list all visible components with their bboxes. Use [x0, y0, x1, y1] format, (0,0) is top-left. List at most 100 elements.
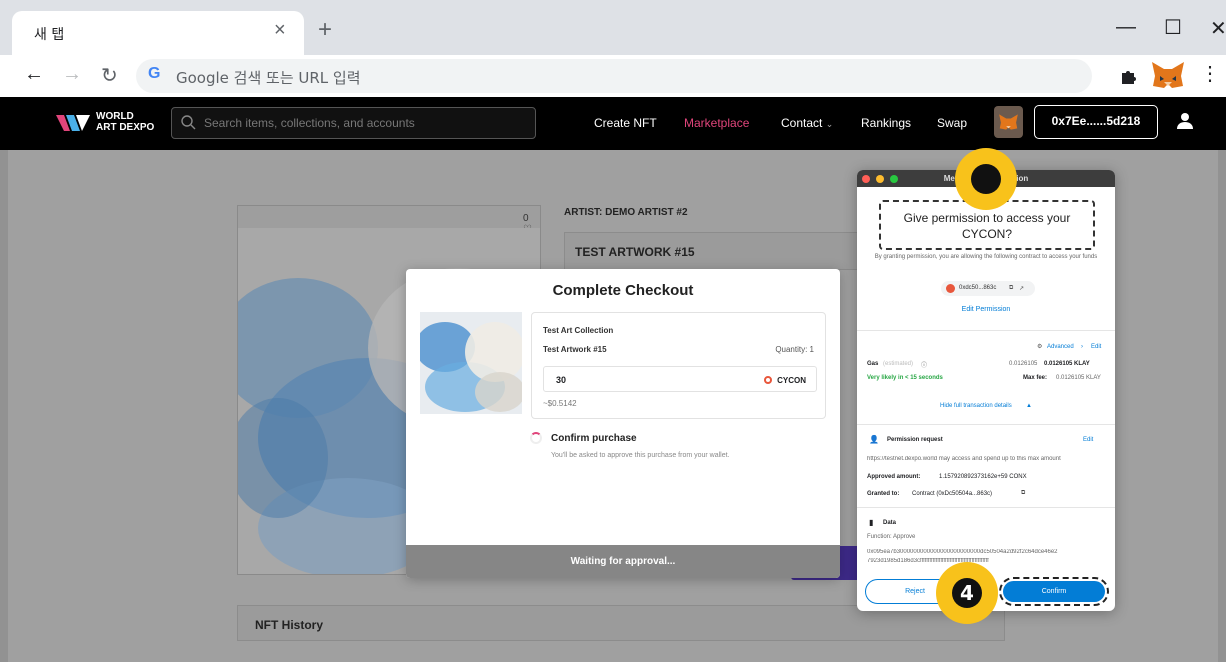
nav-contact-label: Contact [781, 116, 823, 130]
close-window-icon[interactable]: ✕ [1210, 16, 1226, 41]
wallet-address-button[interactable]: 0x7Ee......5d218 [1034, 105, 1158, 139]
gas-label: Gas [867, 361, 879, 367]
confirm-purchase-title: Confirm purchase [551, 433, 637, 444]
artwork-title-box: TEST ARTWORK #15 [564, 232, 894, 270]
permission-question-line-1: Give permission to access your [903, 211, 1071, 225]
hex-data-line-1: 0x095ea7b3000000000000000000000000dc5050… [867, 549, 1058, 555]
granted-to-label: Granted to: [867, 491, 900, 497]
maximize-icon[interactable]: ☐ [1164, 15, 1182, 40]
function-name: Function: Approve [867, 534, 916, 540]
kebab-menu-icon[interactable]: ⋮ [1200, 61, 1220, 86]
chevron-up-icon: ▲ [1026, 403, 1032, 409]
tab-title: 새 탭 [34, 27, 65, 43]
checkout-artwork-thumbnail [420, 312, 522, 414]
chevron-right-icon: › [1081, 344, 1083, 350]
checkout-title: Complete Checkout [552, 282, 694, 299]
new-tab-icon[interactable]: + [318, 18, 332, 42]
price-currency: CYCON [777, 376, 806, 385]
divider [857, 424, 1115, 425]
nft-history-title: NFT History [255, 618, 324, 632]
nav-create-nft[interactable]: Create NFT [594, 116, 657, 130]
collection-name: Test Art Collection [543, 326, 614, 335]
divider [857, 507, 1115, 508]
logo-line-1: WORLD [96, 111, 134, 122]
contract-address-chip[interactable]: 0xdc50...863c ⧉ ↗ [941, 281, 1035, 296]
hide-details-link[interactable]: Hide full transaction details [940, 403, 1012, 409]
external-link-icon[interactable]: ↗ [1019, 285, 1024, 292]
reload-icon[interactable]: ↻ [101, 63, 118, 88]
copy-icon[interactable]: ⧉ [1021, 490, 1025, 497]
advanced-link[interactable]: Advanced [1047, 344, 1074, 350]
back-arrow-icon[interactable]: ← [24, 63, 44, 86]
loading-spinner-icon [530, 432, 542, 444]
google-icon: G [148, 65, 161, 82]
contract-avatar-icon [946, 284, 955, 293]
tab-close-icon[interactable]: × [274, 19, 286, 42]
info-icon: ⓘ [921, 363, 928, 369]
omnibox[interactable]: G Google 검색 또는 URL 입력 [136, 59, 1092, 93]
nav-rankings[interactable]: Rankings [861, 116, 911, 130]
gas-edit-link[interactable]: Edit [1091, 344, 1101, 350]
cycon-token-icon [764, 376, 772, 384]
permission-request-icon: 👤 [869, 435, 879, 444]
nav-swap[interactable]: Swap [937, 116, 967, 130]
logo-icon[interactable] [56, 111, 90, 135]
checkout-item-box: Test Art Collection Test Artwork #15 Qua… [531, 312, 826, 419]
site-header: WORLD ART DEXPO Search items, collection… [0, 97, 1226, 150]
browser-toolbar: ← → ↻ G Google 검색 또는 URL 입력 ⋮ [0, 55, 1226, 97]
usd-equivalent: ~$0.5142 [543, 399, 577, 408]
metamask-fox-icon[interactable] [1150, 60, 1186, 90]
artwork-title: TEST ARTWORK #15 [575, 245, 695, 259]
search-icon [181, 115, 196, 130]
checkout-modal: Complete Checkout Test Art Collection Te… [406, 269, 840, 578]
user-icon[interactable] [1176, 112, 1194, 130]
annotation-highlight-circle [955, 148, 1017, 210]
copy-icon[interactable]: ⧉ [1009, 285, 1013, 292]
browser-tab[interactable]: 새 탭 × [12, 11, 304, 55]
waiting-text: Waiting for approval... [570, 556, 676, 567]
annotation-dot [971, 164, 1001, 194]
max-fee-value: 0.0126105 KLAY [1056, 375, 1101, 381]
forward-arrow-icon[interactable]: → [62, 63, 82, 86]
divider [857, 330, 1115, 331]
max-fee-label: Max fee: [1023, 375, 1048, 381]
permission-edit-link[interactable]: Edit [1083, 437, 1093, 443]
artist-label[interactable]: ARTIST: DEMO ARTIST #2 [564, 207, 688, 218]
nav-contact[interactable]: Contact ⌄ [781, 116, 833, 130]
permission-request-title: Permission request [887, 437, 943, 443]
wallet-fox-button[interactable] [994, 106, 1023, 138]
gas-estimated-label: (estimated) [883, 361, 914, 367]
metamask-popup: MetaMask Notification Give permission to… [857, 170, 1115, 611]
gas-value: 0.0126105 KLAY [1044, 361, 1090, 367]
site-search-input[interactable]: Search items, collections, and accounts [171, 107, 536, 139]
confirm-button[interactable]: Confirm [1003, 581, 1105, 602]
step-number-badge: 4 [952, 578, 982, 608]
gear-icon: ⚙ [1037, 344, 1043, 350]
waiting-for-approval-bar: Waiting for approval... [406, 545, 840, 578]
gas-value-fiat: 0.0126105 [1009, 361, 1038, 367]
permission-question-line-2: CYCON? [961, 227, 1012, 241]
gas-likely-text: Very likely in < 15 seconds [867, 375, 943, 381]
minimize-icon[interactable]: — [1116, 16, 1136, 39]
confirm-button-highlight: Confirm [999, 577, 1109, 606]
price-value: 30 [556, 375, 567, 385]
granted-to-value: Contract (0xDc50504a...863c) [912, 491, 993, 497]
granting-text: By granting permission, you are allowing… [874, 254, 1098, 260]
contract-address: 0xdc50...863c [959, 285, 997, 291]
data-section-title: Data [883, 520, 897, 526]
browser-tabstrip: 새 탭 × + — ☐ ✕ [0, 0, 1226, 56]
nav-marketplace[interactable]: Marketplace [684, 116, 749, 130]
extensions-puzzle-icon[interactable] [1120, 67, 1138, 85]
logo-text[interactable]: WORLD ART DEXPO [96, 111, 154, 133]
confirm-purchase-subtitle: You'll be asked to approve this purchase… [551, 452, 730, 459]
approved-amount-label: Approved amount: [867, 474, 921, 480]
price-field: 30 CYCON [543, 366, 817, 392]
edit-permission-link[interactable]: Edit Permission [857, 306, 1115, 313]
document-icon: ▮ [869, 518, 874, 527]
chevron-down-icon: ⌄ [825, 119, 834, 129]
search-placeholder: Search items, collections, and accounts [204, 116, 415, 130]
hex-data-line-2: 7923d1985d186d3cffffffffffffffffffffffff… [867, 558, 989, 564]
omnibox-placeholder: Google 검색 또는 URL 입력 [176, 69, 361, 87]
logo-line-2: ART DEXPO [96, 122, 155, 133]
permission-description: https://testnet.dexpo.world may access a… [867, 456, 1061, 462]
